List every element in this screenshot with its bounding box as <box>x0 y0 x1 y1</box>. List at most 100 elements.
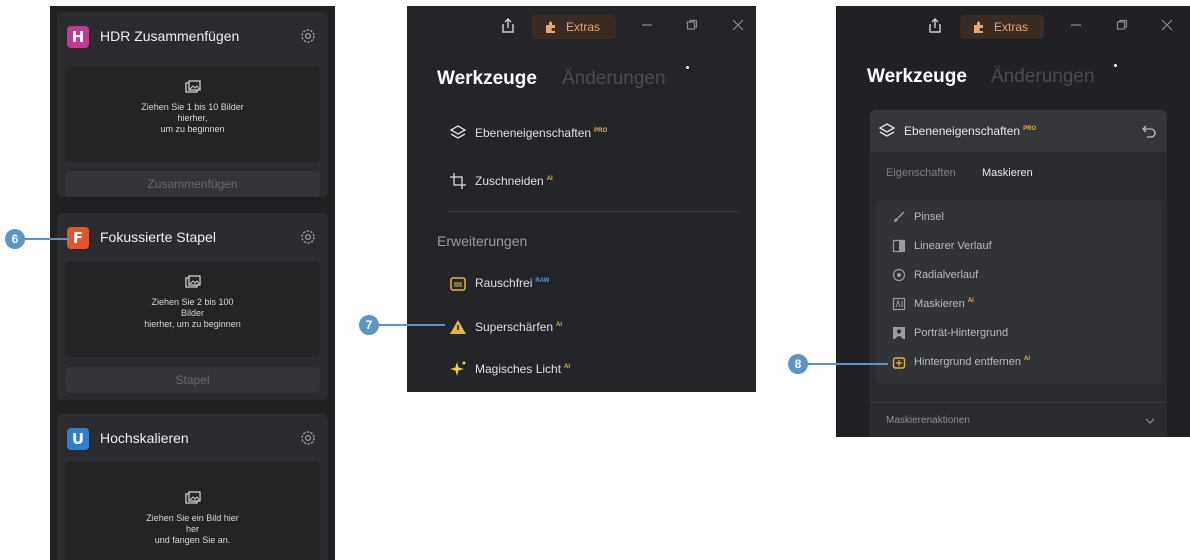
focus-stack-logo-icon: F <box>67 227 89 249</box>
extras-label: Extras <box>994 20 1029 34</box>
images-icon <box>184 80 201 93</box>
restore-icon[interactable] <box>685 18 699 32</box>
tool-label: Zuschneiden <box>475 174 544 188</box>
layer-properties-label: Ebeneneigenschaften <box>904 124 1021 138</box>
chevron-down-icon <box>1145 418 1155 424</box>
layer-properties-header[interactable]: Ebeneneigenschaften PRO <box>870 110 1167 152</box>
tool-card-hdr: H HDR Zusammenfügen Ziehen Sie 1 bis 10 … <box>57 12 328 197</box>
tab-werkzeuge[interactable]: Werkzeuge <box>437 68 537 90</box>
tab-aenderungen[interactable]: Änderungen <box>991 66 1095 88</box>
puzzle-icon <box>974 21 983 33</box>
title-bar: Extras <box>407 6 756 46</box>
share-icon[interactable] <box>501 18 515 34</box>
share-icon[interactable] <box>928 18 942 34</box>
callout-line <box>808 363 888 365</box>
changes-indicator-dot <box>1114 64 1117 67</box>
gear-icon[interactable] <box>298 428 318 448</box>
drop-zone-focus-stack[interactable]: Ziehen Sie 2 bis 100 Bilder hierher, um … <box>65 261 320 357</box>
callout-line <box>25 238 69 240</box>
callout-number: 6 <box>5 229 25 249</box>
layers-icon <box>878 123 896 137</box>
ai-badge: AI <box>564 364 571 370</box>
close-icon[interactable] <box>1160 18 1174 32</box>
gear-icon[interactable] <box>298 26 318 46</box>
tools-panel-right: Extras Werkzeuge Änderungen Ebeneneigens… <box>836 6 1190 437</box>
extension-label: Magisches Licht <box>475 362 562 376</box>
stack-button[interactable]: Stapel <box>65 367 320 393</box>
close-icon[interactable] <box>731 18 745 32</box>
tools-panel-left: H HDR Zusammenfügen Ziehen Sie 1 bis 10 … <box>50 6 335 560</box>
tools-panel-middle: Extras Werkzeuge Änderungen Ebeneneigens… <box>407 6 756 392</box>
tab-werkzeuge[interactable]: Werkzeuge <box>867 66 967 88</box>
mask-tools-list: Pinsel Linearer Verlauf Radialverlauf Ma… <box>876 200 1161 384</box>
tool-title-upscale: Hochskalieren <box>100 430 189 446</box>
callout-line <box>379 324 445 326</box>
extras-button[interactable]: Extras <box>532 15 616 39</box>
gear-icon[interactable] <box>298 227 318 247</box>
tool-title-hdr: HDR Zusammenfügen <box>100 28 240 44</box>
crop-icon <box>450 173 466 189</box>
mask-item-label: Hintergrund entfernen <box>914 356 1022 368</box>
tab-eigenschaften[interactable]: Eigenschaften <box>886 167 956 179</box>
extension-label: Superschärfen <box>475 320 554 334</box>
restore-icon[interactable] <box>1115 18 1129 32</box>
undo-icon[interactable] <box>1141 123 1157 139</box>
tool-header-hdr[interactable]: H HDR Zusammenfügen <box>57 12 328 62</box>
title-bar: Extras <box>836 6 1190 46</box>
drop-text-hdr: Ziehen Sie 1 bis 10 Bilder hierher, um z… <box>141 102 244 134</box>
drop-text-upscale: Ziehen Sie ein Bild hier her und fangen … <box>146 513 239 545</box>
mask-item-label: Pinsel <box>914 211 944 223</box>
minimize-icon[interactable] <box>640 18 654 32</box>
mask-actions-dropdown[interactable]: Maskierenaktionen <box>870 402 1167 437</box>
tool-header-focus-stack[interactable]: F Fokussierte Stapel <box>57 213 328 263</box>
tool-title-focus-stack: Fokussierte Stapel <box>100 229 216 245</box>
mask-item-label: Porträt-Hintergrund <box>914 327 1009 339</box>
ai-mask-icon <box>892 297 906 311</box>
changes-indicator-dot <box>686 66 689 69</box>
ai-badge: AI <box>556 322 563 328</box>
puzzle-icon <box>546 21 555 33</box>
tool-label: Ebeneneigenschaften <box>475 126 592 140</box>
minimize-icon[interactable] <box>1069 18 1083 32</box>
hdr-logo-icon: H <box>67 26 89 48</box>
pro-badge: PRO <box>594 128 608 134</box>
sparkle-icon <box>450 361 466 376</box>
tab-aenderungen[interactable]: Änderungen <box>562 68 666 90</box>
portrait-icon <box>893 327 905 339</box>
mask-item-label: Linearer Verlauf <box>914 240 992 252</box>
images-icon <box>184 491 201 504</box>
noise-icon <box>450 277 466 291</box>
drop-zone-hdr[interactable]: Ziehen Sie 1 bis 10 Bilder hierher, um z… <box>65 66 320 162</box>
sharpen-icon <box>450 320 466 334</box>
layer-properties-body: Eigenschaften Maskieren Pinsel Linearer … <box>870 152 1167 437</box>
callout-number: 7 <box>359 315 379 335</box>
extras-button[interactable]: Extras <box>960 15 1044 39</box>
upscale-logo-icon: U <box>67 428 89 450</box>
callout-number: 8 <box>788 354 808 374</box>
divider <box>449 211 739 212</box>
linear-gradient-icon <box>892 239 906 253</box>
drop-zone-upscale[interactable]: Ziehen Sie ein Bild hier her und fangen … <box>65 461 320 560</box>
extras-label: Extras <box>566 20 601 34</box>
pro-badge: PRO <box>1023 126 1037 132</box>
layers-icon <box>449 125 467 139</box>
mask-item-label: Radialverlauf <box>914 269 979 281</box>
images-icon <box>184 275 201 288</box>
remove-bg-icon <box>892 357 906 369</box>
radial-gradient-icon <box>892 268 906 282</box>
mask-actions-label: Maskierenaktionen <box>886 415 970 426</box>
section-title-extensions: Erweiterungen <box>437 233 528 249</box>
ai-badge: AI <box>967 298 974 305</box>
mask-item-label: Maskieren <box>914 298 965 310</box>
merge-button[interactable]: Zusammenfügen <box>65 171 320 197</box>
drop-text-focus-stack: Ziehen Sie 2 bis 100 Bilder hierher, um … <box>144 297 241 329</box>
tool-card-focus-stack: F Fokussierte Stapel Ziehen Sie 2 bis 10… <box>57 213 328 400</box>
ai-badge: AI <box>1024 356 1031 363</box>
extension-label: Rauschfrei <box>475 276 533 290</box>
brush-icon <box>894 211 905 222</box>
raw-badge: RAW <box>535 278 550 284</box>
tool-header-upscale[interactable]: U Hochskalieren <box>57 414 328 464</box>
tool-card-upscale: U Hochskalieren Ziehen Sie ein Bild hier… <box>57 414 328 560</box>
tab-maskieren[interactable]: Maskieren <box>982 167 1033 179</box>
ai-badge: AI <box>546 176 553 182</box>
